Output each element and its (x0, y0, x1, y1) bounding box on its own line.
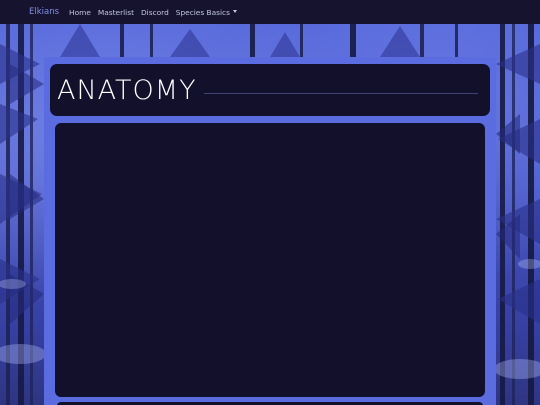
caret-down-icon (232, 10, 237, 13)
top-navbar: Elkians Home Masterlist Discord Species … (0, 0, 540, 24)
title-divider (203, 92, 478, 94)
page-title: ANATOMY (57, 74, 197, 106)
content-card (55, 123, 485, 397)
nav-link-discord[interactable]: Discord (141, 8, 169, 17)
nav-link-masterlist[interactable]: Masterlist (98, 8, 134, 17)
nav-link-home[interactable]: Home (69, 8, 91, 17)
brand-link[interactable]: Elkians (29, 7, 59, 17)
nav-dropdown-label: Species Basics (175, 7, 230, 17)
title-card: ANATOMY (50, 64, 490, 116)
nav-dropdown-species-basics[interactable]: Species Basics (176, 8, 237, 17)
